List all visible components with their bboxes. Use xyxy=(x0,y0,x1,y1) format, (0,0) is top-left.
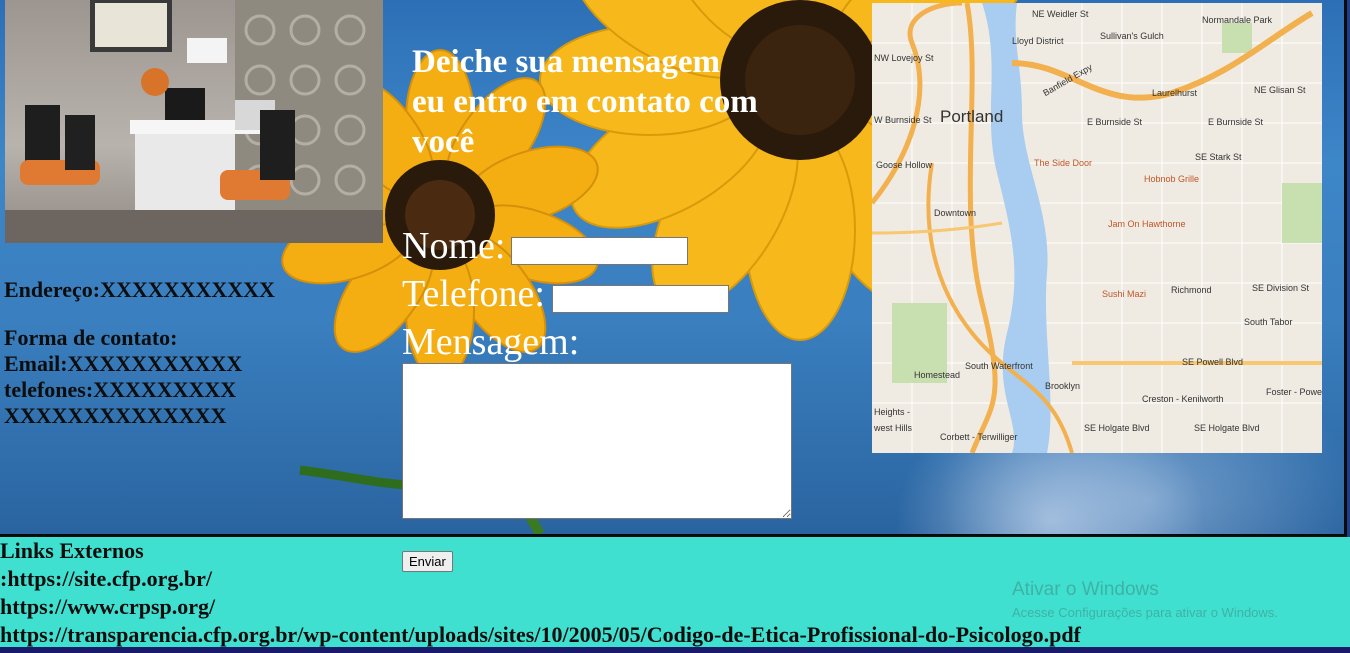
name-label: Nome: xyxy=(402,225,506,267)
map-label: E Burnside St xyxy=(1208,117,1264,127)
map-label: Foster - Powe xyxy=(1266,387,1322,397)
page-heading: Deiche sua mensagem eu entro em contato … xyxy=(412,42,812,162)
message-textarea[interactable] xyxy=(402,363,792,519)
message-label: Mensagem: xyxy=(402,321,580,363)
map-label: SE Division St xyxy=(1252,283,1310,293)
map-label: E Burnside St xyxy=(1087,117,1143,127)
map-label: South Waterfront xyxy=(965,361,1033,371)
map-label: Lloyd District xyxy=(1012,36,1064,46)
map-label: Brooklyn xyxy=(1045,381,1081,391)
office-photo xyxy=(5,0,383,243)
contact-phones-2: XXXXXXXXXXXXXX xyxy=(4,403,227,428)
map-label: Homestead xyxy=(914,370,961,380)
heading-line-2: eu entro em contato com xyxy=(412,84,758,120)
external-link[interactable]: https://transparencia.cfp.org.br/wp-cont… xyxy=(0,621,1081,649)
external-links: Links Externos :https://site.cfp.org.br/… xyxy=(0,537,1081,649)
name-input[interactable] xyxy=(511,237,688,265)
external-link[interactable]: :https://site.cfp.org.br/ xyxy=(0,565,1081,593)
map-label: South Tabor xyxy=(1244,317,1293,327)
map-poi-label: Hobnob Grille xyxy=(1144,174,1200,184)
map-label: Laurelhurst xyxy=(1152,88,1198,98)
map-label: SE Holgate Blvd xyxy=(1194,423,1260,433)
phone-label: Telefone: xyxy=(402,273,545,315)
map-label: Downtown xyxy=(934,208,977,218)
map-label: NE Glisan St xyxy=(1254,85,1306,95)
submit-button[interactable]: Enviar xyxy=(402,551,453,572)
external-link[interactable]: https://www.crpsp.org/ xyxy=(0,593,1081,621)
map-label: NE Weidler St xyxy=(1032,9,1089,19)
map-label: west Hills xyxy=(874,423,913,433)
map-label: Goose Hollow xyxy=(876,160,933,170)
map-label: Normandale Park xyxy=(1202,15,1273,25)
heading-line-1: Deiche sua mensagem xyxy=(412,44,720,80)
heading-line-3: você xyxy=(412,124,475,160)
contact-email: Email:XXXXXXXXXXX xyxy=(4,351,243,376)
map-label: NW Lovejoy St xyxy=(874,53,934,63)
map-label: SE Stark St xyxy=(1195,152,1242,162)
watermark-title: Ativar o Windows xyxy=(1012,579,1159,600)
address-text: Endereço:XXXXXXXXXXX xyxy=(4,277,275,302)
contact-info: Forma de contato: Email:XXXXXXXXXXX tele… xyxy=(4,325,242,429)
windows-activation-watermark: Ativar o Windows Acesse Configurações pa… xyxy=(1012,579,1278,620)
contact-phones: telefones:XXXXXXXXX xyxy=(4,377,237,402)
map-poi-label: Jam On Hawthorne xyxy=(1108,219,1186,229)
map-graphic xyxy=(872,3,1322,453)
contact-title: Forma de contato: xyxy=(4,325,178,350)
map-poi-label: The Side Door xyxy=(1034,158,1093,168)
map-city-label: Portland xyxy=(940,107,1004,126)
map-label: Corbett - Terwilliger xyxy=(940,432,1018,442)
bottom-bar xyxy=(0,647,1350,653)
location-map[interactable]: Portland NE Weidler St Lloyd District Su… xyxy=(872,3,1322,453)
watermark-subtitle: Acesse Configurações para ativar o Windo… xyxy=(1012,605,1278,620)
map-label: Richmond xyxy=(1171,285,1212,295)
map-label: Creston - Kenilworth xyxy=(1142,394,1224,404)
map-label: Heights - xyxy=(874,407,911,417)
phone-input[interactable] xyxy=(552,285,729,313)
map-label: W Burnside St xyxy=(874,115,932,125)
map-label: Sullivan's Gulch xyxy=(1100,31,1164,41)
map-label: SE Powell Blvd xyxy=(1182,357,1244,367)
map-poi-label: Sushi Mazi xyxy=(1102,289,1147,299)
map-label: SE Holgate Blvd xyxy=(1084,423,1150,433)
footer: Links Externos :https://site.cfp.org.br/… xyxy=(0,537,1350,647)
links-title: Links Externos xyxy=(0,538,144,563)
